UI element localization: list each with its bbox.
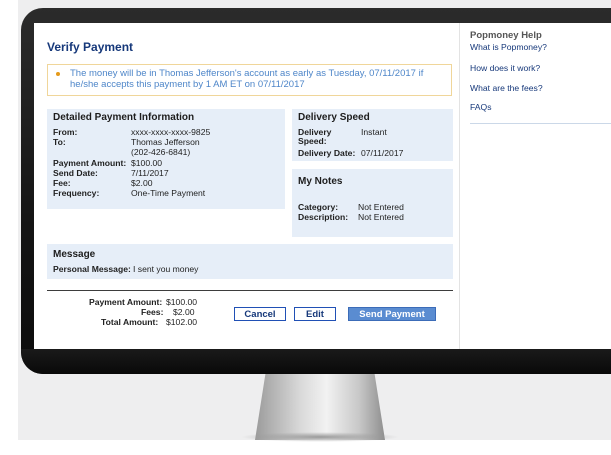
my-notes-panel: My Notes Category: Not Entered Descripti… <box>292 169 453 237</box>
my-notes-title: My Notes <box>298 176 343 187</box>
message-panel: Message Personal Message: I sent you mon… <box>47 244 453 279</box>
delivery-speed-panel: Delivery Speed Delivery Speed: Instant D… <box>292 109 453 161</box>
send-date-value: 7/11/2017 <box>131 168 169 178</box>
detailed-payment-panel: Detailed Payment Information From: xxxx-… <box>47 109 285 209</box>
monitor-stand <box>255 374 385 440</box>
help-title: Popmoney Help <box>470 30 542 41</box>
stand-shadow <box>240 432 400 442</box>
fees-label: Fees: <box>141 307 164 317</box>
delivery-speed-value: Instant <box>361 127 387 137</box>
verify-payment-form: Verify Payment The money will be in Thom… <box>34 23 459 349</box>
description-label: Description: <box>298 212 349 222</box>
monitor-screen: Verify Payment The money will be in Thom… <box>34 23 611 349</box>
total-payment-amount-value: $100.00 <box>166 297 198 307</box>
bullet-icon <box>56 72 60 76</box>
delivery-date-value: 07/11/2017 <box>361 148 404 158</box>
payment-amount-value: $100.00 <box>131 158 163 168</box>
delivery-speed-label-2: Speed: <box>298 136 327 146</box>
fees-value: $2.00 <box>173 307 195 317</box>
send-payment-button[interactable]: Send Payment <box>348 307 436 321</box>
detailed-payment-title: Detailed Payment Information <box>53 112 195 123</box>
to-name: Thomas Jefferson <box>131 137 200 147</box>
frequency-value: One-Time Payment <box>131 188 206 198</box>
delivery-date-label: Delivery Date: <box>298 148 356 158</box>
to-phone: (202-426-6841) <box>131 147 191 157</box>
personal-message-value: I sent you money <box>133 264 199 274</box>
personal-message-label: Personal Message: <box>53 264 131 274</box>
notice-text: The money will be in Thomas Jefferson's … <box>70 68 424 90</box>
help-sidebar: Popmoney Help What is Popmoney? How does… <box>459 23 611 349</box>
from-label: From: <box>53 127 78 137</box>
delivery-speed-title: Delivery Speed <box>298 112 370 123</box>
message-title: Message <box>53 249 96 260</box>
description-value: Not Entered <box>358 212 404 222</box>
total-amount-value: $102.00 <box>166 317 198 327</box>
divider <box>47 290 453 291</box>
category-label: Category: <box>298 202 339 212</box>
payment-amount-label: Payment Amount: <box>53 158 127 168</box>
frequency-label: Frequency: <box>53 188 100 198</box>
edit-button[interactable]: Edit <box>294 307 336 321</box>
fee-label: Fee: <box>53 178 71 188</box>
page-title: Verify Payment <box>47 40 134 54</box>
cancel-button[interactable]: Cancel <box>234 307 286 321</box>
to-label: To: <box>53 137 66 147</box>
total-amount-label: Total Amount: <box>101 317 159 327</box>
sidebar-divider <box>470 123 611 124</box>
from-value: xxxx-xxxx-xxxx-9825 <box>131 127 211 137</box>
link-faqs[interactable]: FAQs <box>470 102 492 112</box>
fee-value: $2.00 <box>131 178 153 188</box>
total-payment-amount-label: Payment Amount: <box>89 297 163 307</box>
link-how-does-it-work[interactable]: How does it work? <box>470 63 540 73</box>
category-value: Not Entered <box>358 202 404 212</box>
monitor-chin <box>21 349 611 374</box>
send-date-label: Send Date: <box>53 168 98 178</box>
link-what-are-the-fees[interactable]: What are the fees? <box>470 83 543 93</box>
notice-box: The money will be in Thomas Jefferson's … <box>47 64 452 96</box>
link-what-is-popmoney[interactable]: What is Popmoney? <box>470 42 547 52</box>
